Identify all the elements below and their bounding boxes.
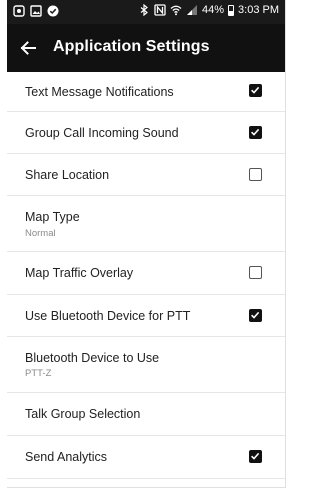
checkbox[interactable] [249,450,262,463]
notification-square-icon [13,5,25,17]
setting-label: Text Message Notifications [25,85,174,99]
setting-send-analytics[interactable]: Send Analytics [7,436,285,479]
setting-bluetooth-device-to-use[interactable]: Bluetooth Device to Use PTT-Z [7,337,285,393]
checkbox[interactable] [249,126,262,139]
setting-use-bluetooth-device-for-ptt[interactable]: Use Bluetooth Device for PTT [7,295,285,337]
setting-group-call-incoming-sound[interactable]: Group Call Incoming Sound [7,112,285,154]
battery-icon [228,4,235,16]
setting-label: Bluetooth Device to Use [25,351,160,365]
setting-label: Map Type [25,210,80,224]
settings-list: Text Message Notifications Group Call In… [7,72,285,479]
checkbox[interactable] [249,84,262,97]
setting-label: Share Location [25,168,110,182]
checkbox[interactable] [249,266,262,279]
bluetooth-icon [138,4,150,16]
app-bar: Application Settings [7,24,285,72]
checkbox[interactable] [249,168,262,181]
wifi-icon [170,4,182,16]
setting-label: Group Call Incoming Sound [25,126,179,140]
system-icons: 44% 3:03 PM [138,4,279,16]
setting-label: Send Analytics [25,450,107,464]
setting-talk-group-selection[interactable]: Talk Group Selection [7,393,285,436]
battery-percent: 44% [202,4,225,16]
status-bar: 44% 3:03 PM [7,0,285,24]
app-frame: 44% 3:03 PM Application Settings Text Me… [7,0,286,488]
nfc-icon [154,4,166,16]
back-arrow-icon[interactable] [18,38,38,58]
clock: 3:03 PM [238,4,279,16]
setting-value: PTT-Z [25,368,52,379]
notification-icons [13,5,59,17]
setting-label: Map Traffic Overlay [25,266,134,280]
signal-icon [186,4,198,16]
page-title: Application Settings [53,38,210,55]
checkbox[interactable] [249,309,262,322]
setting-label: Talk Group Selection [25,407,141,421]
setting-map-type[interactable]: Map Type Normal [7,196,285,252]
image-icon [30,5,42,17]
setting-text-message-notifications[interactable]: Text Message Notifications [7,72,285,112]
setting-label: Use Bluetooth Device for PTT [25,309,191,323]
setting-map-traffic-overlay[interactable]: Map Traffic Overlay [7,252,285,295]
setting-value: Normal [25,228,56,239]
setting-share-location[interactable]: Share Location [7,154,285,196]
check-circle-icon [47,5,59,17]
